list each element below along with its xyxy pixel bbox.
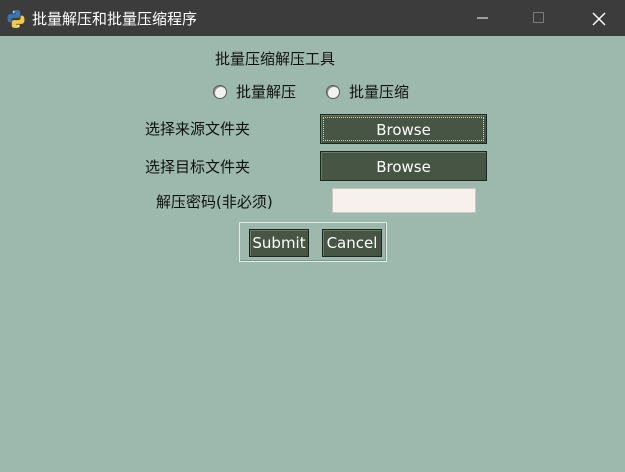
close-icon	[592, 12, 606, 26]
submit-button[interactable]: Submit	[249, 229, 309, 257]
radio-compress-label[interactable]: 批量压缩	[349, 83, 409, 101]
maximize-icon	[533, 12, 544, 23]
minimize-icon	[477, 17, 488, 19]
cancel-button[interactable]: Cancel	[322, 229, 382, 257]
python-icon	[6, 9, 26, 29]
form-area: 批量压缩解压工具 批量解压 批量压缩 选择来源文件夹 Browse 选择目标文件…	[0, 36, 625, 472]
password-label: 解压密码(非必须)	[156, 193, 273, 211]
target-folder-label: 选择目标文件夹	[145, 158, 251, 176]
password-input[interactable]	[332, 188, 476, 213]
target-browse-button[interactable]: Browse	[320, 151, 487, 181]
radio-decompress[interactable]	[213, 85, 227, 99]
radio-decompress-label[interactable]: 批量解压	[236, 83, 296, 101]
form-heading: 批量压缩解压工具	[215, 50, 336, 68]
mode-radio-group: 批量解压 批量压缩	[0, 83, 625, 103]
source-folder-label: 选择来源文件夹	[145, 120, 251, 138]
action-button-frame: Submit Cancel	[239, 222, 387, 262]
minimize-button[interactable]	[460, 0, 506, 36]
source-browse-button[interactable]: Browse	[320, 114, 487, 144]
maximize-button[interactable]	[516, 0, 562, 36]
window-title: 批量解压和批量压缩程序	[32, 10, 198, 28]
app-window: 批量解压和批量压缩程序 批量压缩解压工具 批量解压 批量压缩 选择来源文件夹 B…	[0, 0, 625, 472]
radio-compress[interactable]	[326, 85, 340, 99]
close-button[interactable]	[575, 0, 621, 36]
title-bar[interactable]: 批量解压和批量压缩程序	[0, 0, 625, 36]
